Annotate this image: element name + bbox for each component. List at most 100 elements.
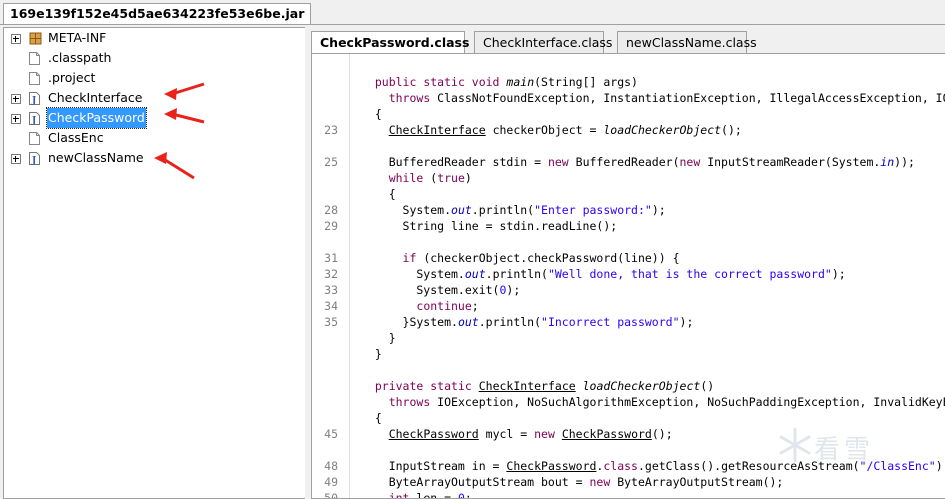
code-line: 31 if (checkerObject.checkPassword(line)… — [312, 250, 945, 266]
code-text[interactable]: CheckPassword mycl = new CheckPassword()… — [361, 426, 673, 442]
tab-checkpassword[interactable]: CheckPassword.class✕ — [311, 31, 469, 71]
panel-splitter[interactable] — [305, 27, 310, 499]
tree-item-label: .classpath — [48, 50, 112, 65]
file-icon — [29, 71, 40, 85]
line-number: 34 — [324, 299, 338, 313]
svg-text:J: J — [31, 116, 36, 125]
line-number: 45 — [324, 427, 338, 441]
line-number: 35 — [324, 315, 338, 329]
code-line: { — [312, 106, 945, 122]
code-line: } — [312, 330, 945, 346]
expand-icon[interactable] — [11, 34, 21, 44]
tree-item-checkinterface[interactable]: J CheckInterface — [4, 88, 305, 108]
code-text[interactable]: CheckInterface checkerObject = loadCheck… — [361, 122, 742, 138]
tab-divider — [0, 24, 945, 25]
tree-item-label: ClassEnc — [48, 130, 104, 145]
code-text[interactable]: while (true) — [361, 170, 472, 186]
code-text[interactable]: { — [361, 410, 382, 426]
code-text[interactable]: } — [361, 330, 396, 346]
jar-file-tab[interactable]: 169e139f152e45d5ae634223fe53e6be.jar — [3, 3, 312, 24]
class-file-icon: J — [29, 91, 40, 106]
expand-icon[interactable] — [11, 114, 21, 124]
file-tree[interactable]: META-INF .classpath .project J CheckInterfac… — [3, 27, 306, 499]
tree-item-label: .project — [48, 70, 96, 85]
package-icon — [29, 31, 42, 45]
code-text[interactable]: System.exit(0); — [361, 282, 520, 298]
code-line: public static void main(String[] args) — [312, 74, 945, 90]
red-arrow-annotation — [164, 108, 205, 124]
code-line: 33 System.exit(0); — [312, 282, 945, 298]
class-file-icon: J — [29, 111, 40, 126]
file-icon — [29, 131, 40, 145]
code-text[interactable]: } — [361, 346, 382, 362]
snowflake-icon — [779, 427, 811, 463]
code-text[interactable]: int len = 0; — [361, 490, 472, 498]
code-text[interactable]: }System.out.println("Incorrect password"… — [361, 314, 694, 330]
code-line: while (true) — [312, 170, 945, 186]
line-number: 28 — [324, 203, 338, 217]
code-line: 50 int len = 0; — [312, 490, 945, 499]
code-text[interactable]: public static void main(String[] args) — [361, 74, 638, 90]
tab-checkinterface[interactable]: CheckInterface.class — [474, 31, 612, 53]
svg-text:J: J — [31, 96, 36, 105]
tree-item-label: CheckPassword — [46, 107, 147, 129]
tree-item-label: CheckInterface — [48, 90, 143, 105]
code-text[interactable]: System.out.println("Enter password:"); — [361, 202, 666, 218]
tab-newclassname[interactable]: newClassName.class — [617, 31, 757, 53]
code-text[interactable]: ByteArrayOutputStream bout = new ByteArr… — [361, 474, 784, 490]
class-file-icon: J — [29, 151, 40, 166]
code-line: 34 continue; — [312, 298, 945, 314]
expand-icon[interactable] — [11, 154, 21, 164]
kanxue-watermark: 看雪 — [778, 417, 938, 477]
line-number: 48 — [324, 459, 338, 473]
tree-item-meta-inf[interactable]: META-INF — [4, 28, 305, 48]
tree-item-project[interactable]: .project — [4, 68, 305, 88]
tree-item-classenc[interactable]: ClassEnc — [4, 128, 305, 148]
expand-icon[interactable] — [11, 94, 21, 104]
code-line: private static CheckInterface loadChecke… — [312, 378, 945, 394]
code-text[interactable]: throws ClassNotFoundException, Instantia… — [361, 90, 945, 106]
code-text[interactable]: { — [361, 186, 396, 202]
line-number: 31 — [324, 251, 338, 265]
line-number: 32 — [324, 267, 338, 281]
code-line: { — [312, 186, 945, 202]
tree-item-classpath[interactable]: .classpath — [4, 48, 305, 68]
svg-text:J: J — [31, 156, 36, 165]
file-icon — [29, 51, 40, 65]
line-number: 33 — [324, 283, 338, 297]
watermark-text: 看雪 — [814, 435, 875, 465]
line-number: 29 — [324, 219, 338, 233]
code-line: throws IOException, NoSuchAlgorithmExcep… — [312, 394, 945, 410]
code-line: 25 BufferedReader stdin = new BufferedRe… — [312, 154, 945, 170]
editor-tab-bar: CheckPassword.class✕ CheckInterface.class… — [311, 31, 945, 71]
code-text[interactable]: if (checkerObject.checkPassword(line)) { — [361, 250, 680, 266]
code-text[interactable]: String line = stdin.readLine(); — [361, 218, 618, 234]
code-text[interactable]: BufferedReader stdin = new BufferedReade… — [361, 154, 915, 170]
tab-label: newClassName.class — [626, 35, 757, 50]
code-line: 35 }System.out.println("Incorrect passwo… — [312, 314, 945, 330]
code-text[interactable]: private static CheckInterface loadChecke… — [361, 378, 714, 394]
line-number: 23 — [324, 123, 338, 137]
code-line: throws ClassNotFoundException, Instantia… — [312, 90, 945, 106]
line-number: 49 — [324, 475, 338, 489]
code-line: 28 System.out.println("Enter password:")… — [312, 202, 945, 218]
code-text[interactable]: System.out.println("Well done, that is t… — [361, 266, 845, 282]
tree-item-label: newClassName — [48, 150, 144, 165]
code-line: 23 CheckInterface checkerObject = loadCh… — [312, 122, 945, 138]
code-line: 32 System.out.println("Well done, that i… — [312, 266, 945, 282]
tree-item-checkpassword[interactable]: J CheckPassword — [4, 107, 305, 129]
tree-item-label: META-INF — [48, 30, 107, 45]
tab-label: CheckInterface.class — [483, 35, 613, 50]
line-number: 25 — [324, 155, 338, 169]
code-text[interactable]: { — [361, 106, 382, 122]
code-line: 29 String line = stdin.readLine(); — [312, 218, 945, 234]
code-line: } — [312, 346, 945, 362]
red-arrow-annotation — [154, 152, 195, 180]
code-text[interactable]: continue; — [361, 298, 478, 314]
tab-label: CheckPassword.class — [320, 35, 470, 50]
code-text[interactable]: throws IOException, NoSuchAlgorithmExcep… — [361, 394, 945, 410]
line-number: 50 — [324, 491, 338, 499]
